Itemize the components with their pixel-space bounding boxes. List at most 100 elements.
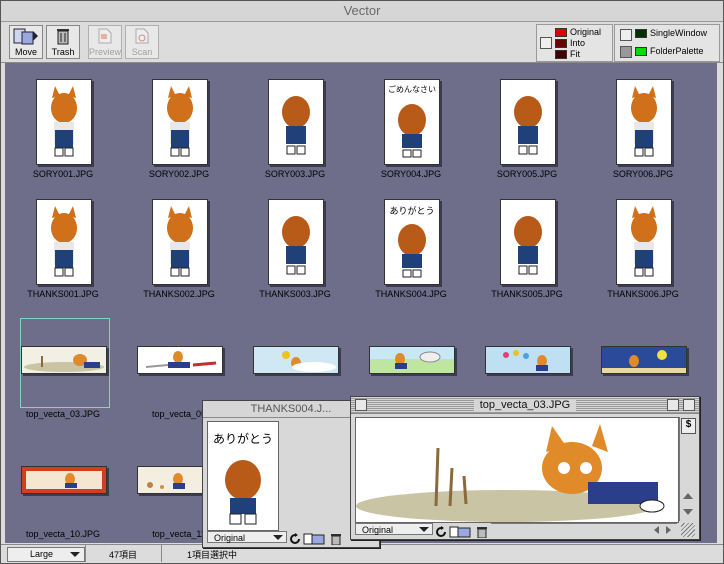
vertical-scrollbar[interactable]: $ [679, 417, 696, 521]
zoom-box-icon[interactable] [667, 399, 679, 411]
scroll-up-icon[interactable] [683, 493, 693, 499]
toolbar: Move Trash Preview Scan Original Into Fi… [1, 22, 723, 63]
trash-label: Trash [51, 47, 75, 57]
thumbnail-thanks003[interactable]: THANKS003.JPG [237, 191, 353, 309]
thumbnail-sory001[interactable]: SORY001.JPG [5, 71, 121, 189]
thumbnail-image [369, 346, 455, 374]
thumbnail-thanks001[interactable]: THANKS001.JPG [5, 191, 121, 309]
trash-icon[interactable] [331, 530, 341, 546]
thumbnail-caption: ごめんなさい [388, 85, 436, 94]
option-folder-palette[interactable]: FolderPalette [635, 46, 704, 57]
preview-small-caption: ありがとう [212, 432, 273, 446]
original-swatch [555, 28, 567, 38]
selection-info: 1項目選択中 [187, 550, 238, 560]
thumbnail-thanks006[interactable]: THANKS006.JPG [585, 191, 701, 309]
move-icon[interactable] [449, 523, 473, 538]
chevron-down-icon [70, 552, 80, 557]
option-original[interactable]: Original [555, 27, 601, 38]
preview-label: Preview [89, 47, 122, 57]
thumbnail-label: THANKS003.JPG [259, 289, 331, 299]
thumbnail-image: ありがとう [384, 199, 440, 285]
horizontal-scrollbar[interactable] [491, 523, 677, 536]
trash-icon [47, 26, 79, 46]
thumbnail-sory004[interactable]: ごめんなさい SORY004.JPG [353, 71, 469, 189]
window-mode-panel: SingleWindow FolderPalette [614, 24, 720, 62]
chevron-down-icon [273, 535, 283, 540]
scan-button[interactable]: Scan [125, 25, 159, 59]
display-mode-panel: Original Into Fit [536, 24, 613, 62]
preview-large-scale-select[interactable]: Original [355, 523, 433, 535]
window-title: Vector [343, 3, 381, 18]
scroll-down-icon[interactable] [683, 509, 693, 515]
thumbnail-label: SORY002.JPG [148, 169, 210, 179]
resize-grip-icon[interactable] [681, 523, 695, 537]
thumbnail-sory006[interactable]: SORY006.JPG [585, 71, 701, 189]
window-titlebar[interactable]: Vector [1, 1, 723, 22]
thumbnail-label: SORY004.JPG [380, 169, 442, 179]
thumbnail-label: THANKS005.JPG [491, 289, 563, 299]
thumbnail-label: top_vecta_03.JPG [25, 409, 101, 419]
preview-icon [89, 26, 121, 46]
preview-small-scale-select[interactable]: Original [207, 531, 287, 543]
scan-label: Scan [131, 47, 153, 57]
preview-window-large: top_vecta_03.JPG $ Original [350, 396, 700, 540]
thumbnail-image [616, 79, 672, 165]
thumbnail-image [137, 346, 223, 374]
refresh-icon[interactable] [435, 523, 447, 537]
thumbnail-image [500, 79, 556, 165]
folder-palette-checkbox[interactable] [620, 46, 632, 58]
thumbnail-label: SORY003.JPG [264, 169, 326, 179]
refresh-icon[interactable] [289, 530, 301, 544]
thumbnail-sory003[interactable]: SORY003.JPG [237, 71, 353, 189]
preview-large-title: top_vecta_03.JPG [473, 399, 577, 411]
thumbnail-label: THANKS004.JPG [375, 289, 447, 299]
trash-button[interactable]: Trash [46, 25, 80, 59]
thumbnail-image [268, 199, 324, 285]
thumbnail-image [21, 466, 107, 494]
thumbnail-label: SORY001.JPG [32, 169, 94, 179]
move-button[interactable]: Move [9, 25, 43, 59]
preview-large-titlebar[interactable]: top_vecta_03.JPG [351, 397, 699, 414]
size-select-value: Large [30, 549, 54, 559]
thumbnail-label: THANKS006.JPG [607, 289, 679, 299]
trash-icon[interactable] [477, 523, 487, 539]
size-select[interactable]: Large [7, 547, 85, 562]
option-into[interactable]: Into [555, 38, 585, 49]
thumbnail-sory002[interactable]: SORY002.JPG [121, 71, 237, 189]
thumbnail-image [601, 346, 687, 374]
thumbnail-image [268, 79, 324, 165]
move-icon [10, 26, 42, 46]
thumbnail-image [485, 346, 571, 374]
single-window-checkbox[interactable] [620, 29, 632, 41]
thumbnail-image [500, 199, 556, 285]
chevron-down-icon [419, 527, 429, 532]
thumbnail-thanks004[interactable]: ありがとう THANKS004.JPG [353, 191, 469, 309]
display-mode-checkbox[interactable] [540, 37, 552, 49]
preview-small-title: THANKS004.J... [250, 403, 332, 415]
preview-small-image: ありがとう [207, 421, 279, 531]
preview-large-image [355, 417, 679, 523]
close-box-icon[interactable] [355, 399, 367, 411]
move-icon[interactable] [303, 530, 327, 545]
scroll-letter: $ [681, 418, 696, 434]
thumbnail-image [36, 199, 92, 285]
thumbnail-top-vecta-03[interactable]: top_vecta_03.JPG [5, 311, 121, 429]
thumbnail-thanks002[interactable]: THANKS002.JPG [121, 191, 237, 309]
thumbnail-image [616, 199, 672, 285]
thumbnail-label: THANKS001.JPG [27, 289, 99, 299]
thumbnail-thanks005[interactable]: THANKS005.JPG [469, 191, 585, 309]
thumbnail-label: THANKS002.JPG [143, 289, 215, 299]
scroll-left-icon[interactable] [654, 526, 659, 534]
thumbnail-label: SORY006.JPG [612, 169, 674, 179]
option-single-window[interactable]: SingleWindow [635, 28, 707, 39]
preview-button[interactable]: Preview [88, 25, 122, 59]
thumbnail-image [152, 199, 208, 285]
thumbnail-top-vecta-10[interactable]: top_vecta_10.JPG [5, 431, 121, 543]
scroll-right-icon[interactable] [666, 526, 671, 534]
option-fit[interactable]: Fit [555, 49, 580, 60]
thumbnail-image [152, 79, 208, 165]
move-label: Move [14, 47, 37, 57]
fit-swatch [555, 50, 567, 60]
thumbnail-sory005[interactable]: SORY005.JPG [469, 71, 585, 189]
collapse-box-icon[interactable] [683, 399, 695, 411]
